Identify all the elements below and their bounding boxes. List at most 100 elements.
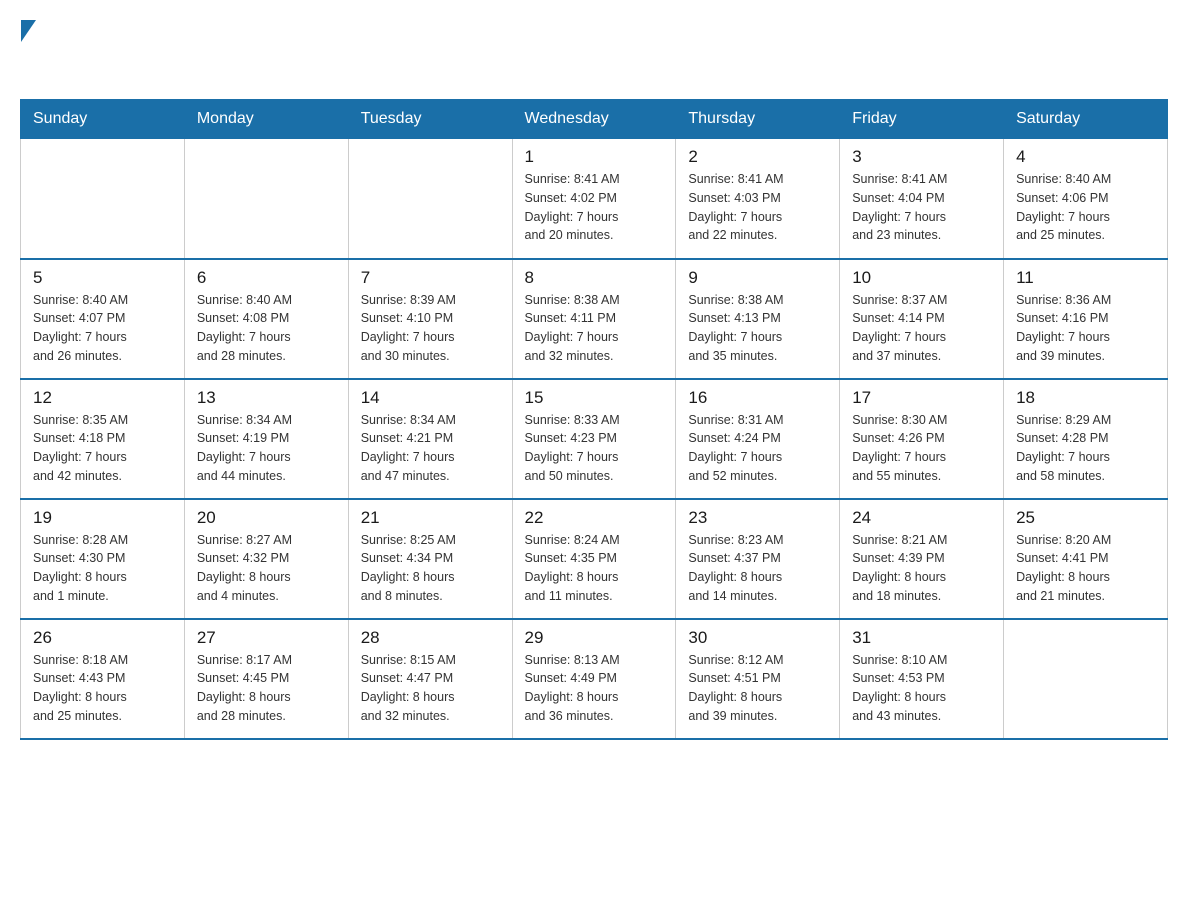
week-row-5: 26 Sunrise: 8:18 AMSunset: 4:43 PMDayligh…	[21, 619, 1168, 739]
header-thursday: Thursday	[676, 100, 840, 139]
day-info: Sunrise: 8:36 AMSunset: 4:16 PMDaylight:…	[1016, 291, 1155, 366]
day-info: Sunrise: 8:18 AMSunset: 4:43 PMDaylight:…	[33, 651, 172, 726]
day-info: Sunrise: 8:40 AMSunset: 4:07 PMDaylight:…	[33, 291, 172, 366]
day-info: Sunrise: 8:24 AMSunset: 4:35 PMDaylight:…	[525, 531, 664, 606]
day-info: Sunrise: 8:38 AMSunset: 4:11 PMDaylight:…	[525, 291, 664, 366]
day-cell: 8 Sunrise: 8:38 AMSunset: 4:11 PMDaylight…	[512, 259, 676, 379]
header-monday: Monday	[184, 100, 348, 139]
day-cell	[184, 139, 348, 259]
day-number: 2	[688, 147, 827, 167]
day-cell: 25Sunrise: 8:20 AMSunset: 4:41 PMDayligh…	[1004, 499, 1168, 619]
calendar-table: Sunday Monday Tuesday Wednesday Thursday…	[20, 99, 1168, 740]
day-info: Sunrise: 8:34 AMSunset: 4:19 PMDaylight:…	[197, 411, 336, 486]
day-number: 27	[197, 628, 336, 648]
day-cell: 20Sunrise: 8:27 AMSunset: 4:32 PMDayligh…	[184, 499, 348, 619]
week-row-4: 19Sunrise: 8:28 AMSunset: 4:30 PMDayligh…	[21, 499, 1168, 619]
header-saturday: Saturday	[1004, 100, 1168, 139]
day-number: 4	[1016, 147, 1155, 167]
day-number: 1	[525, 147, 664, 167]
day-cell: 17 Sunrise: 8:30 AMSunset: 4:26 PMDayligh…	[840, 379, 1004, 499]
week-row-1: 1 Sunrise: 8:41 AMSunset: 4:02 PMDaylight…	[21, 139, 1168, 259]
day-cell: 15 Sunrise: 8:33 AMSunset: 4:23 PMDayligh…	[512, 379, 676, 499]
week-row-3: 12 Sunrise: 8:35 AMSunset: 4:18 PMDayligh…	[21, 379, 1168, 499]
day-info: Sunrise: 8:34 AMSunset: 4:21 PMDaylight:…	[361, 411, 500, 486]
day-cell: 1 Sunrise: 8:41 AMSunset: 4:02 PMDaylight…	[512, 139, 676, 259]
day-number: 11	[1016, 268, 1155, 288]
day-cell: 19Sunrise: 8:28 AMSunset: 4:30 PMDayligh…	[21, 499, 185, 619]
days-header-row: Sunday Monday Tuesday Wednesday Thursday…	[21, 100, 1168, 139]
day-cell: 27 Sunrise: 8:17 AMSunset: 4:45 PMDayligh…	[184, 619, 348, 739]
day-cell: 22 Sunrise: 8:24 AMSunset: 4:35 PMDayligh…	[512, 499, 676, 619]
week-row-2: 5 Sunrise: 8:40 AMSunset: 4:07 PMDaylight…	[21, 259, 1168, 379]
day-cell: 24Sunrise: 8:21 AMSunset: 4:39 PMDayligh…	[840, 499, 1004, 619]
day-info: Sunrise: 8:29 AMSunset: 4:28 PMDaylight:…	[1016, 411, 1155, 486]
day-number: 10	[852, 268, 991, 288]
day-info: Sunrise: 8:12 AMSunset: 4:51 PMDaylight:…	[688, 651, 827, 726]
day-cell: 16 Sunrise: 8:31 AMSunset: 4:24 PMDayligh…	[676, 379, 840, 499]
day-cell: 9Sunrise: 8:38 AMSunset: 4:13 PMDaylight…	[676, 259, 840, 379]
day-cell: 31Sunrise: 8:10 AMSunset: 4:53 PMDayligh…	[840, 619, 1004, 739]
day-number: 15	[525, 388, 664, 408]
day-info: Sunrise: 8:31 AMSunset: 4:24 PMDaylight:…	[688, 411, 827, 486]
day-info: Sunrise: 8:30 AMSunset: 4:26 PMDaylight:…	[852, 411, 991, 486]
day-cell: 5 Sunrise: 8:40 AMSunset: 4:07 PMDaylight…	[21, 259, 185, 379]
day-info: Sunrise: 8:27 AMSunset: 4:32 PMDaylight:…	[197, 531, 336, 606]
day-number: 14	[361, 388, 500, 408]
day-number: 26	[33, 628, 172, 648]
day-number: 5	[33, 268, 172, 288]
day-info: Sunrise: 8:40 AMSunset: 4:08 PMDaylight:…	[197, 291, 336, 366]
day-info: Sunrise: 8:17 AMSunset: 4:45 PMDaylight:…	[197, 651, 336, 726]
day-info: Sunrise: 8:41 AMSunset: 4:03 PMDaylight:…	[688, 170, 827, 245]
day-info: Sunrise: 8:38 AMSunset: 4:13 PMDaylight:…	[688, 291, 827, 366]
day-number: 19	[33, 508, 172, 528]
day-info: Sunrise: 8:35 AMSunset: 4:18 PMDaylight:…	[33, 411, 172, 486]
day-cell: 29 Sunrise: 8:13 AMSunset: 4:49 PMDayligh…	[512, 619, 676, 739]
day-cell: 28 Sunrise: 8:15 AMSunset: 4:47 PMDayligh…	[348, 619, 512, 739]
day-number: 22	[525, 508, 664, 528]
day-cell: 18 Sunrise: 8:29 AMSunset: 4:28 PMDayligh…	[1004, 379, 1168, 499]
day-cell	[1004, 619, 1168, 739]
day-cell: 7 Sunrise: 8:39 AMSunset: 4:10 PMDaylight…	[348, 259, 512, 379]
day-number: 8	[525, 268, 664, 288]
day-info: Sunrise: 8:41 AMSunset: 4:02 PMDaylight:…	[525, 170, 664, 245]
header-sunday: Sunday	[21, 100, 185, 139]
day-number: 6	[197, 268, 336, 288]
day-number: 17	[852, 388, 991, 408]
day-cell: 30 Sunrise: 8:12 AMSunset: 4:51 PMDayligh…	[676, 619, 840, 739]
day-info: Sunrise: 8:41 AMSunset: 4:04 PMDaylight:…	[852, 170, 991, 245]
day-info: Sunrise: 8:15 AMSunset: 4:47 PMDaylight:…	[361, 651, 500, 726]
day-number: 7	[361, 268, 500, 288]
logo	[20, 20, 36, 79]
day-info: Sunrise: 8:13 AMSunset: 4:49 PMDaylight:…	[525, 651, 664, 726]
day-number: 23	[688, 508, 827, 528]
day-number: 18	[1016, 388, 1155, 408]
day-number: 12	[33, 388, 172, 408]
day-number: 3	[852, 147, 991, 167]
day-cell: 6 Sunrise: 8:40 AMSunset: 4:08 PMDaylight…	[184, 259, 348, 379]
day-info: Sunrise: 8:39 AMSunset: 4:10 PMDaylight:…	[361, 291, 500, 366]
day-number: 13	[197, 388, 336, 408]
day-number: 21	[361, 508, 500, 528]
day-number: 29	[525, 628, 664, 648]
day-number: 30	[688, 628, 827, 648]
day-info: Sunrise: 8:33 AMSunset: 4:23 PMDaylight:…	[525, 411, 664, 486]
day-cell: 21 Sunrise: 8:25 AMSunset: 4:34 PMDayligh…	[348, 499, 512, 619]
day-cell: 10Sunrise: 8:37 AMSunset: 4:14 PMDayligh…	[840, 259, 1004, 379]
day-info: Sunrise: 8:25 AMSunset: 4:34 PMDaylight:…	[361, 531, 500, 606]
header	[20, 20, 1168, 79]
day-cell	[21, 139, 185, 259]
day-cell: 13 Sunrise: 8:34 AMSunset: 4:19 PMDayligh…	[184, 379, 348, 499]
day-cell: 4 Sunrise: 8:40 AMSunset: 4:06 PMDaylight…	[1004, 139, 1168, 259]
day-number: 16	[688, 388, 827, 408]
day-number: 25	[1016, 508, 1155, 528]
day-cell	[348, 139, 512, 259]
header-friday: Friday	[840, 100, 1004, 139]
day-cell: 14 Sunrise: 8:34 AMSunset: 4:21 PMDayligh…	[348, 379, 512, 499]
day-number: 31	[852, 628, 991, 648]
day-cell: 2 Sunrise: 8:41 AMSunset: 4:03 PMDaylight…	[676, 139, 840, 259]
logo-triangle-icon	[21, 20, 36, 42]
day-info: Sunrise: 8:40 AMSunset: 4:06 PMDaylight:…	[1016, 170, 1155, 245]
day-number: 28	[361, 628, 500, 648]
day-cell: 11 Sunrise: 8:36 AMSunset: 4:16 PMDayligh…	[1004, 259, 1168, 379]
day-cell: 23Sunrise: 8:23 AMSunset: 4:37 PMDayligh…	[676, 499, 840, 619]
